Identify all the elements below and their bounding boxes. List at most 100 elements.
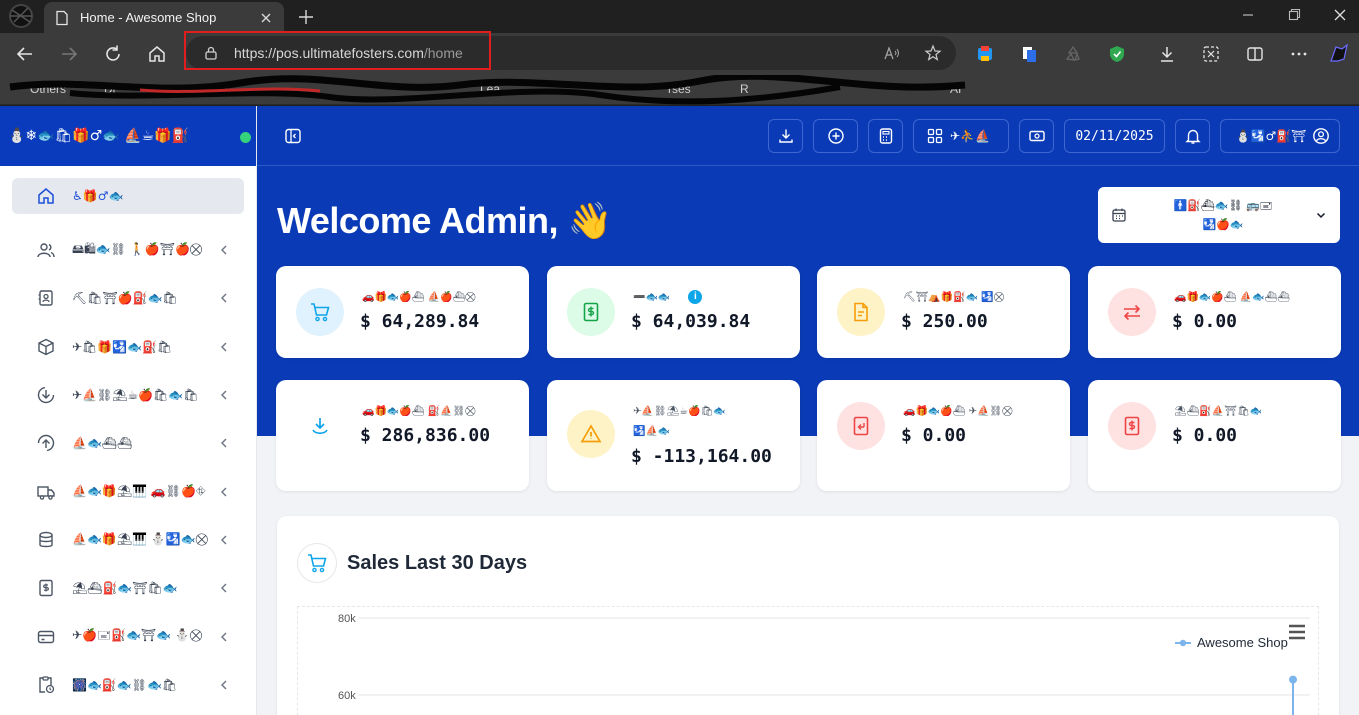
sidebar-item-home[interactable]: ♿🎁♂🐟	[12, 178, 244, 214]
chevron-left-icon	[221, 680, 227, 690]
stat-card-net: ➖🐟🐟 i $ 64,039.84	[547, 266, 800, 358]
stat-label: ⛱⛴⛽⛵⛩🛍🐟	[1174, 406, 1263, 417]
sidebar-item-purchases[interactable]: ✈⛵⛓⛱☕🍎🛍🐟🛍	[12, 371, 244, 419]
sidebar-item-stock-transfers[interactable]: ⛵🐟🎁⛱🎹 🚗⛓🍎⛗	[12, 467, 244, 515]
stat-label: 🚗🎁🐟🍎⛴ ⛽⛵⛓⛒	[362, 406, 476, 417]
sidebar-item-payment-accounts[interactable]: ✈🍎🖃⛽🐟⛩🐟 ⛄⛒	[12, 612, 244, 660]
stat-value: $ 250.00	[901, 311, 988, 332]
sidebar-item-products[interactable]: ✈🛍🎁🛂🐟⛽🛍	[12, 323, 244, 371]
minimize-icon[interactable]	[1239, 6, 1257, 24]
browser-tab-bar: Home - Awesome Shop	[0, 0, 1359, 33]
info-icon[interactable]: i	[688, 290, 703, 304]
upload-icon	[37, 435, 55, 452]
screenshot-icon[interactable]	[1200, 43, 1222, 65]
stat-card-total-sell-return: 🚗🎁🐟🍎⛴ ⛵🐟⛴⛴ $ 0.00	[1088, 266, 1341, 358]
notifications-button[interactable]	[1175, 119, 1210, 153]
pos-button[interactable]: ✈⛹⛵	[913, 119, 1009, 153]
browser-tab-active[interactable]: Home - Awesome Shop	[44, 2, 284, 33]
new-tab-icon[interactable]	[296, 7, 316, 27]
sidebar-item-contacts[interactable]: ⛏🛍⛩🍎⛽🐟🛍	[12, 274, 244, 322]
chart-title: Sales Last 30 Days	[347, 552, 528, 574]
sidebar-item-reports[interactable]: 🎆🐟⛽🐟⛓🐟🛍	[12, 661, 244, 709]
sidebar-item-label: ✈🛍🎁🛂🐟⛽🛍	[72, 339, 173, 354]
sidebar-item-stock-adjustment[interactable]: ⛵🐟🎁⛱🎹 ⛄🛂🐟⛒	[12, 516, 244, 564]
chart-menu-icon[interactable]	[1287, 623, 1307, 641]
chevron-left-icon	[221, 390, 227, 400]
stat-value: $ 0.00	[1172, 425, 1238, 446]
close-window-icon[interactable]	[1331, 6, 1349, 24]
refresh-icon[interactable]	[102, 43, 124, 65]
exchange-icon	[1108, 288, 1156, 336]
profile-avatar-icon[interactable]	[6, 2, 36, 30]
legend-marker	[1175, 639, 1191, 646]
chevron-left-icon	[221, 438, 227, 448]
extension-paint-icon[interactable]	[974, 43, 996, 65]
bookmarks-bar: Others Di A Lea rses R AI	[0, 75, 1359, 105]
current-date: 02/11/2025	[1075, 128, 1154, 144]
copilot-icon[interactable]	[1326, 41, 1352, 67]
stat-card-total-purchase: 🚗🎁🐟🍎⛴ ⛽⛵⛓⛒ $ 286,836.00	[276, 380, 529, 491]
sidebar-item-expenses[interactable]: ⛱⛴⛽🐟⛩🛍🐟	[12, 564, 244, 612]
read-aloud-icon[interactable]	[884, 45, 900, 61]
calculator-button[interactable]	[868, 119, 903, 153]
brand-name[interactable]: ⛄❄🐟🛍🎁♂🐟 ⛵☕🎁⛽	[0, 106, 256, 166]
restore-icon[interactable]	[1285, 6, 1303, 24]
favorite-star-icon[interactable]	[924, 44, 942, 62]
sidebar: ⛄❄🐟🛍🎁♂🐟 ⛵☕🎁⛽ ♿🎁♂🐟 🖴🛍🐟⛓ 🚶🍎⛩🍎⛒ ⛏🛍⛩🍎⛽🐟🛍 ✈🛍🎁…	[0, 106, 257, 715]
cart-icon	[297, 543, 337, 583]
card-icon	[37, 630, 55, 643]
current-date-button[interactable]: 02/11/2025	[1064, 119, 1165, 153]
calendar-icon	[1112, 208, 1126, 222]
extension-recycle-icon[interactable]	[1062, 43, 1084, 65]
sidebar-item-label: ⛵🐟⛴⛴	[72, 436, 133, 451]
register-cash-button[interactable]	[1019, 119, 1054, 153]
stat-value: $ 64,039.84	[631, 311, 751, 332]
welcome-text: Welcome Admin,	[277, 200, 559, 241]
user-menu-button[interactable]: ⛄🛂♂⛽⛩	[1220, 119, 1340, 153]
sidebar-menu: ♿🎁♂🐟 🖴🛍🐟⛓ 🚶🍎⛩🍎⛒ ⛏🛍⛩🍎⛽🐟🛍 ✈🛍🎁🛂🐟⛽🛍 ✈⛵⛓⛱☕🍎🛍🐟…	[0, 166, 256, 709]
home-browser-icon[interactable]	[146, 43, 168, 65]
plus-circle-icon	[827, 128, 844, 144]
toggle-sidebar-button[interactable]	[281, 119, 305, 153]
download-button[interactable]	[768, 119, 803, 153]
stat-label: 🚗🎁🐟🍎⛴ ⛵🍎⛴⛒	[362, 292, 476, 303]
stat-card-invoice-due: ⛏⛩⛺🎁⛽🐟 🛂⛒ $ 250.00	[817, 266, 1070, 358]
pos-app: ⛄❄🐟🛍🎁♂🐟 ⛵☕🎁⛽ ♿🎁♂🐟 🖴🛍🐟⛓ 🚶🍎⛩🍎⛒ ⛏🛍⛩🍎⛽🐟🛍 ✈🛍🎁…	[0, 106, 1359, 715]
chart-legend[interactable]: Awesome Shop	[1175, 635, 1288, 650]
split-screen-icon[interactable]	[1244, 43, 1266, 65]
sidebar-item-label: 🎆🐟⛽🐟⛓🐟🛍	[72, 677, 178, 692]
clipboard-clock-icon	[39, 676, 55, 693]
money-receipt-icon	[567, 288, 615, 336]
back-icon[interactable]	[14, 43, 36, 65]
stat-card-expense: ⛱⛴⛽⛵⛩🛍🐟 $ 0.00	[1088, 380, 1341, 491]
return-receipt-icon	[837, 402, 885, 450]
window-controls	[1239, 6, 1349, 24]
box-icon	[38, 338, 54, 356]
truck-icon	[37, 485, 55, 500]
stat-label: ✈⛵⛓⛱☕🍎🛍🐟 🛂⛵🐟	[633, 406, 726, 437]
data-point[interactable]	[1289, 675, 1297, 684]
close-tab-icon[interactable]	[258, 10, 274, 26]
extension-copy-icon[interactable]	[1018, 43, 1040, 65]
forward-icon[interactable]	[58, 43, 80, 65]
stat-label: 🚗🎁🐟🍎⛴ ✈⛵⛓⛒	[903, 406, 1013, 417]
sidebar-item-user-management[interactable]: 🖴🛍🐟⛓ 🚶🍎⛩🍎⛒	[12, 226, 244, 274]
sidebar-item-label: ⛵🐟🎁⛱🎹 🚗⛓🍎⛗	[72, 484, 206, 499]
sidebar-item-sell[interactable]: ⛵🐟⛴⛴	[12, 419, 244, 467]
chart-area: 80k 60k Awesome Shop	[297, 606, 1319, 715]
chevron-left-icon	[221, 487, 227, 497]
date-range-filter[interactable]: 🚹⛽⛴🐟⛓ 🚌🖃 🛂🍎🐟	[1098, 187, 1340, 243]
sales-line-chart: 80k 60k	[338, 613, 1310, 715]
add-button[interactable]	[813, 119, 858, 153]
series-line	[1292, 679, 1294, 715]
extension-shield-icon[interactable]	[1106, 43, 1128, 65]
sidebar-item-label: ✈🍎🖃⛽🐟⛩🐟 ⛄⛒	[72, 628, 203, 643]
main-content: ✈⛹⛵ 02/11/2025 ⛄🛂♂⛽⛩ Welcome Admin, 👋 🚹⛽…	[257, 106, 1359, 715]
stat-value: $ 286,836.00	[360, 425, 491, 446]
stat-card-purchase-due: ✈⛵⛓⛱☕🍎🛍🐟 🛂⛵🐟 $ -113,164.00	[547, 380, 800, 491]
downloads-icon[interactable]	[1156, 43, 1178, 65]
download-icon	[296, 402, 344, 450]
stat-label: ➖🐟🐟 i	[633, 288, 703, 308]
download-icon	[37, 386, 55, 404]
more-options-icon[interactable]	[1288, 43, 1310, 65]
